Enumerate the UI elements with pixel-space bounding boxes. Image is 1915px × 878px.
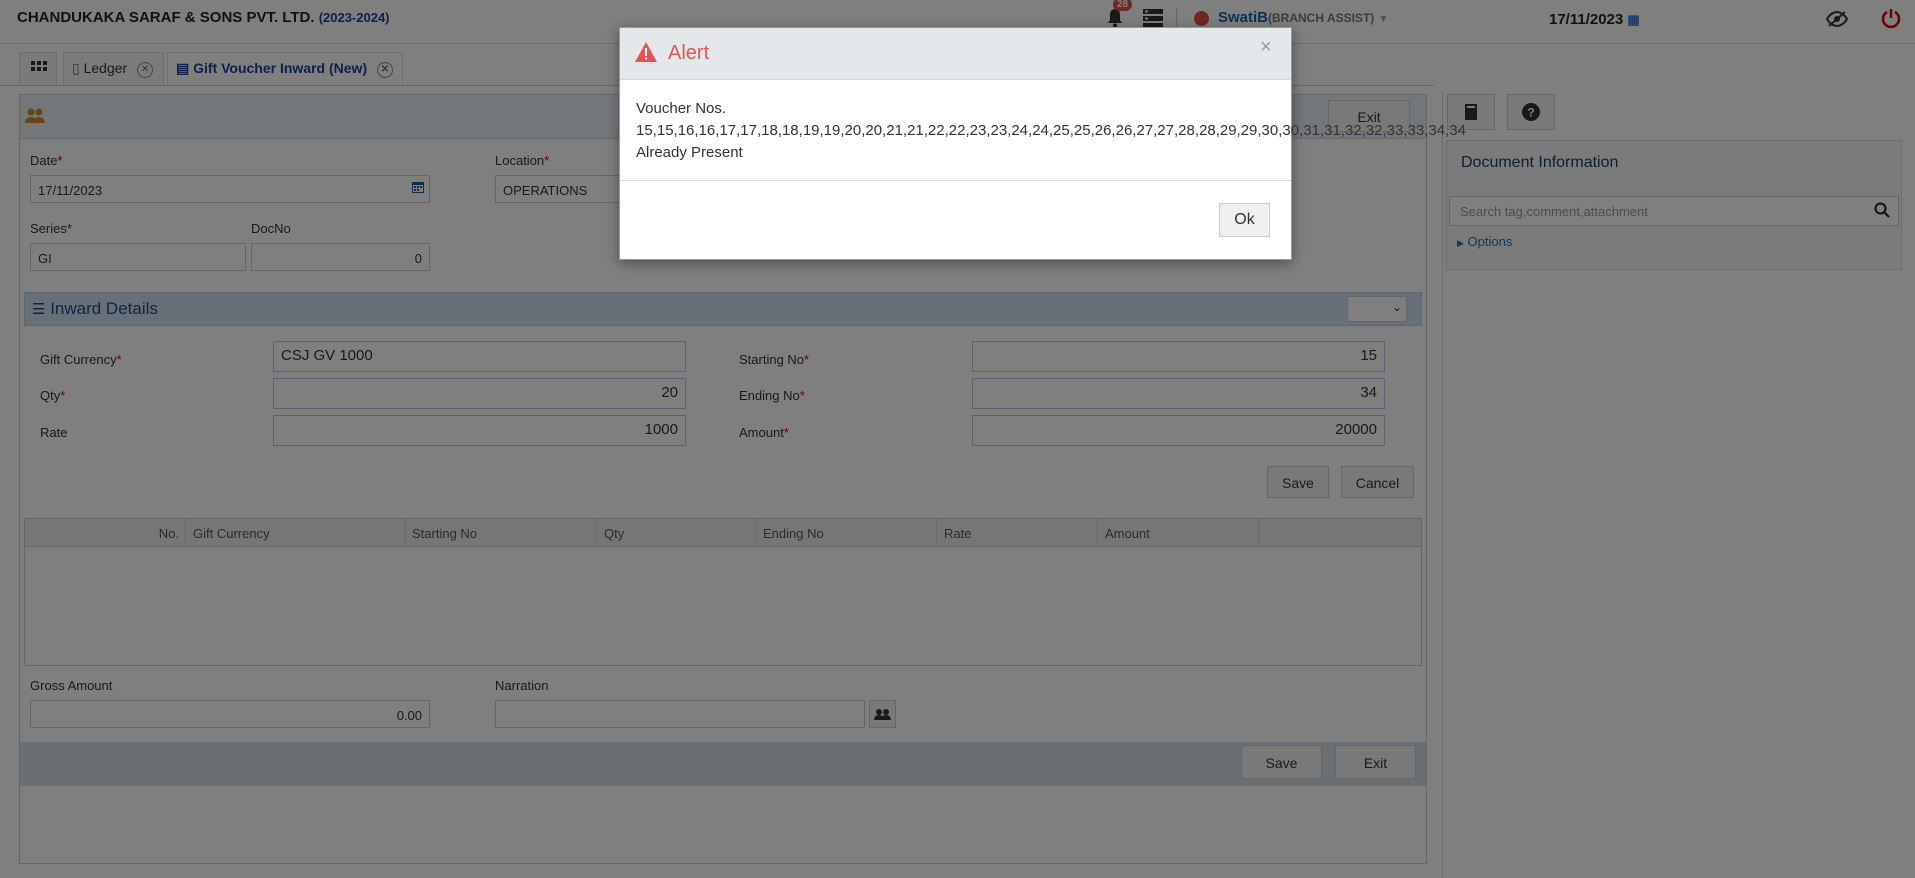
close-icon[interactable]: × (1260, 36, 1272, 59)
alert-title: Alert (668, 42, 710, 64)
alert-voucher-list: 15,15,16,16,17,17,18,18,19,19,20,20,21,2… (636, 122, 1466, 139)
alert-message: Voucher Nos. 15,15,16,16,17,17,18,18,19,… (636, 98, 1466, 164)
warning-icon (634, 41, 658, 63)
alert-divider (620, 180, 1291, 181)
alert-line-1: Voucher Nos. (636, 100, 727, 117)
alert-line-3: Already Present (636, 144, 743, 161)
ok-button[interactable]: Ok (1219, 203, 1270, 237)
alert-header (620, 28, 1291, 80)
